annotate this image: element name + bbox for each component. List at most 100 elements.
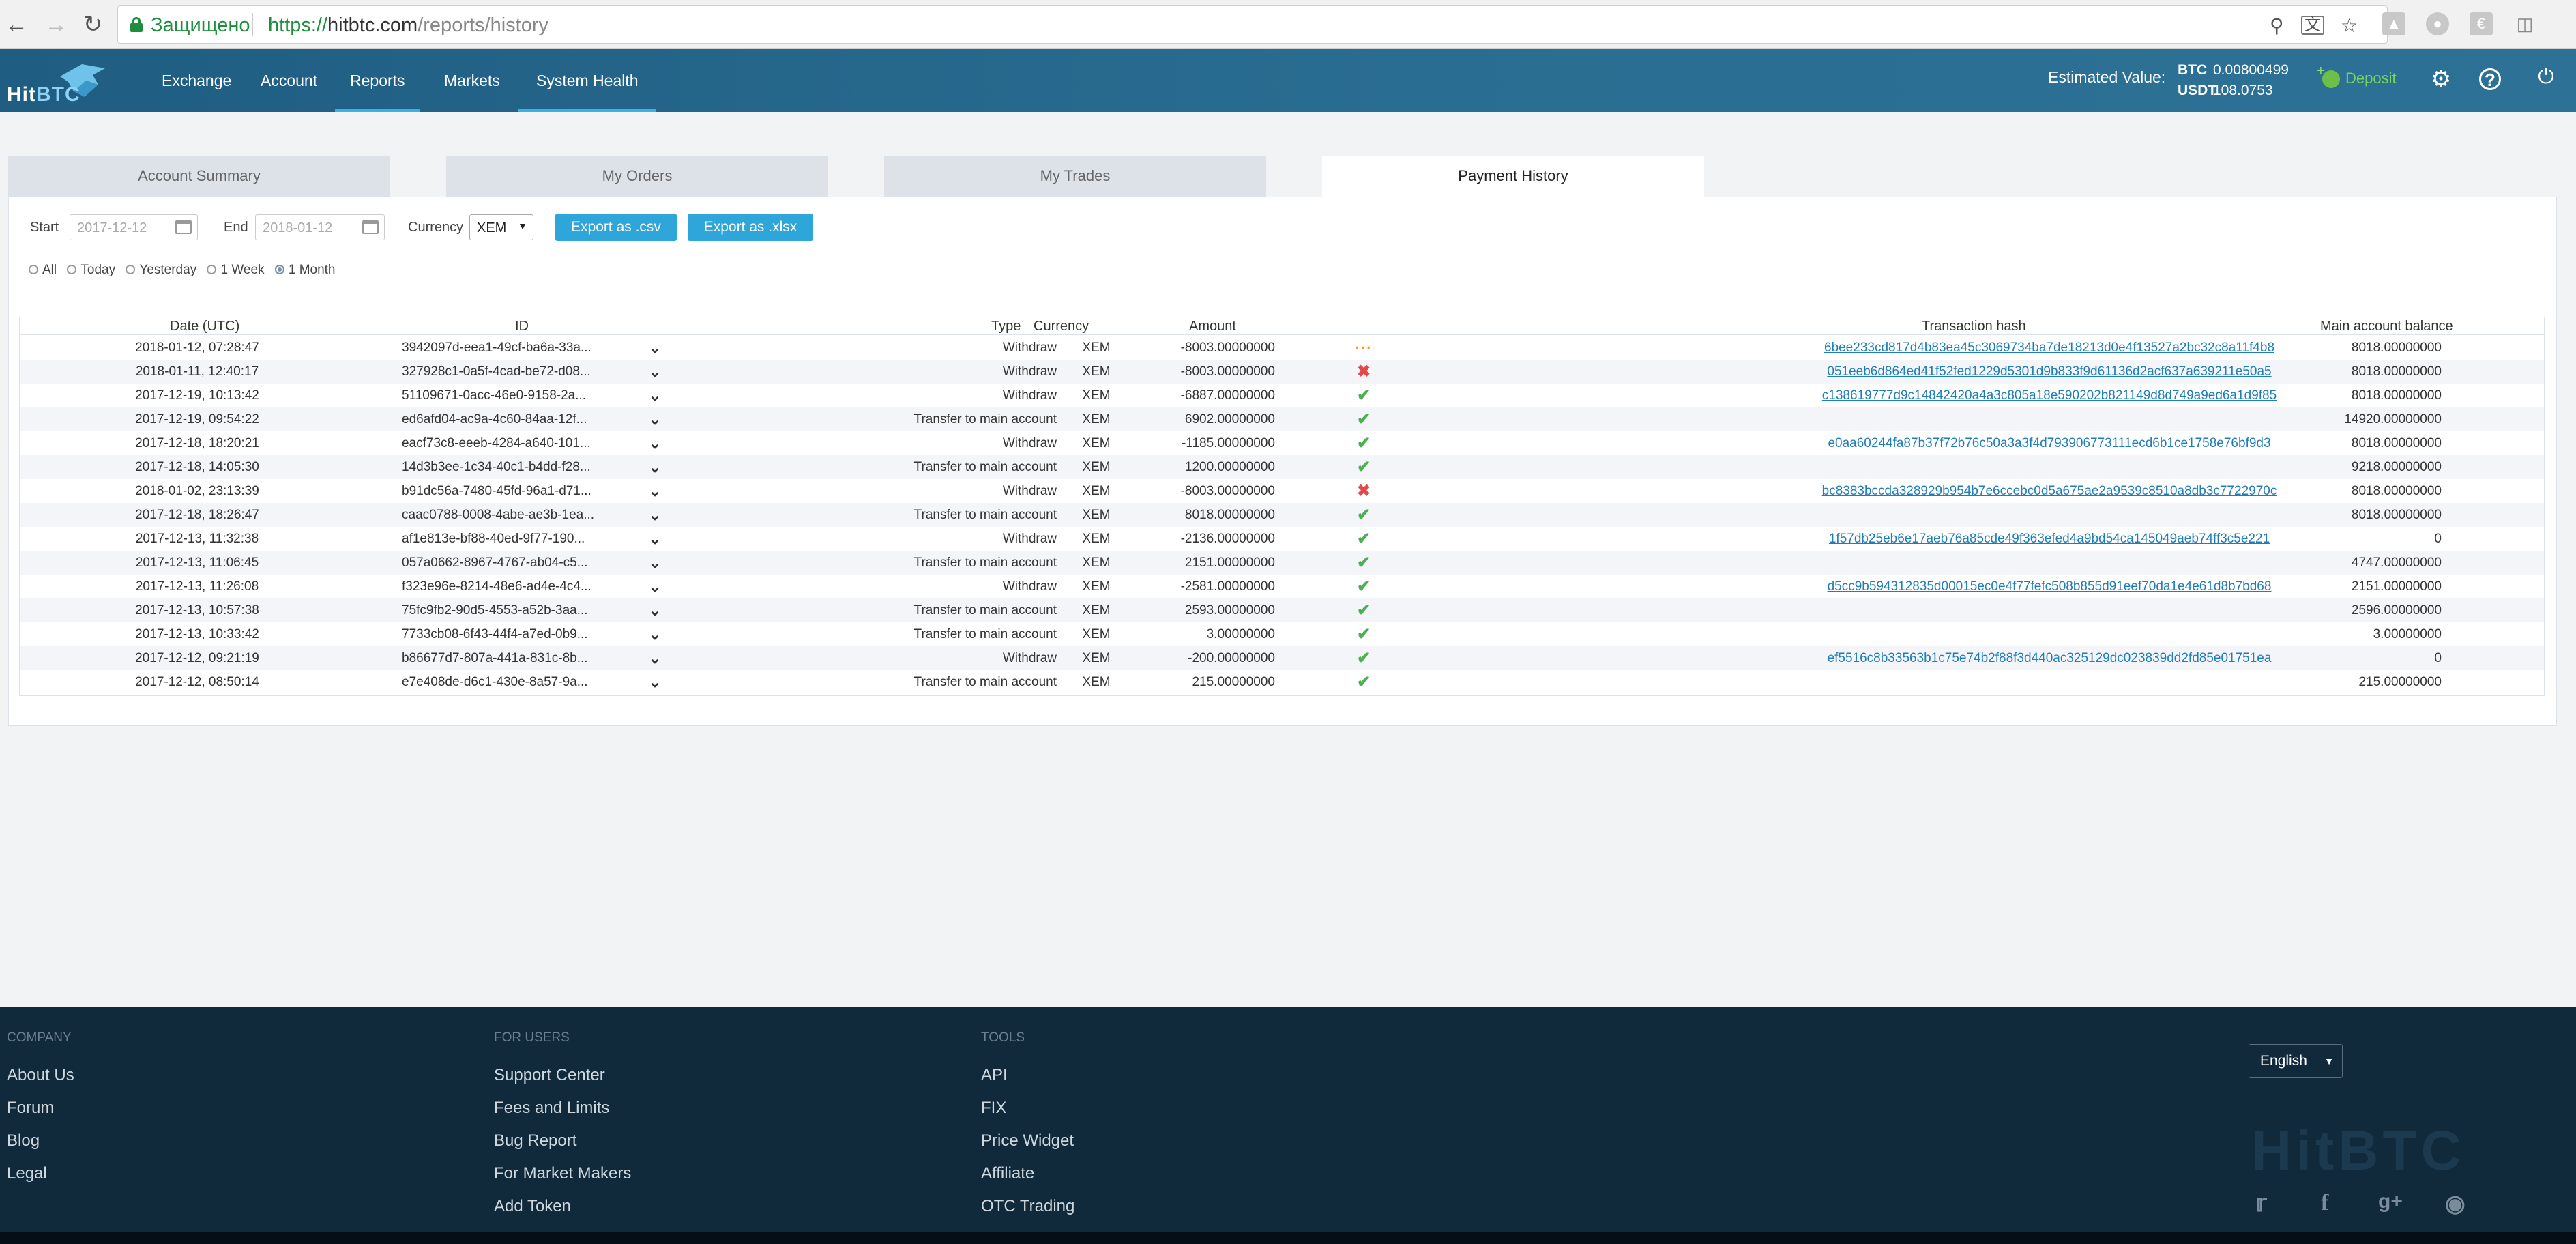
transaction-hash-link[interactable]: 6bee233cd817d4b83ea45c3069734ba7de18213d… (1824, 341, 2274, 355)
radio-yesterday[interactable]: Yesterday (126, 263, 196, 278)
export-csv-button[interactable]: Export as .csv (555, 214, 677, 241)
chevron-down-icon[interactable]: ⌄ (645, 479, 665, 503)
footer-link-price-widget[interactable]: Price Widget (981, 1131, 1074, 1151)
extension-icon-1[interactable]: ▲ (2382, 12, 2405, 35)
radio-1-month[interactable]: 1 Month (274, 263, 336, 278)
chevron-down-icon[interactable]: ⌄ (645, 575, 665, 598)
github-icon[interactable]: ◉ (2445, 1190, 2465, 1217)
start-date-input[interactable]: 2017-12-12 (70, 214, 198, 240)
estimated-values: BTC 0.00800499 USDT108.0753 (2178, 62, 2289, 98)
zoom-icon[interactable]: ⚲ (2270, 14, 2284, 37)
chevron-down-icon[interactable]: ⌄ (645, 431, 665, 455)
radio-1-week[interactable]: 1 Week (207, 263, 265, 278)
chevron-down-icon[interactable]: ⌄ (645, 622, 665, 646)
tab-account-summary[interactable]: Account Summary (8, 156, 390, 197)
facebook-icon[interactable]: f (2321, 1190, 2328, 1216)
cell-date: 2017-12-19, 09:54:22 (135, 412, 259, 426)
transaction-hash-link[interactable]: bc8383bccda328929b954b7e6ccebc0d5a675ae2… (1822, 484, 2277, 498)
address-bar[interactable]: Защищено https://hitbtc.com/reports/hist… (117, 5, 2388, 44)
cell-amount: 2593.00000000 (1184, 603, 1275, 618)
cell-id: 51109671-0acc-46e0-9158-2a... (402, 388, 587, 403)
chevron-down-icon[interactable]: ⌄ (645, 646, 665, 670)
header-type[interactable]: Type (991, 317, 1021, 335)
header-date[interactable]: Date (UTC) (170, 317, 239, 335)
footer-link-api[interactable]: API (981, 1066, 1008, 1085)
reload-icon[interactable]: ↻ (76, 8, 109, 41)
url-text[interactable]: https://hitbtc.com/reports/history (268, 14, 548, 37)
footer-link-otc-trading[interactable]: OTC Trading (981, 1197, 1074, 1216)
footer-link-fix[interactable]: FIX (981, 1099, 1006, 1118)
nav-markets[interactable]: Markets (429, 49, 515, 112)
header-amount[interactable]: Amount (1189, 317, 1236, 335)
footer-link-support-center[interactable]: Support Center (494, 1066, 605, 1085)
chevron-down-icon[interactable]: ⌄ (645, 407, 665, 431)
footer-link-bug-report[interactable]: Bug Report (494, 1131, 576, 1151)
nav-account[interactable]: Account (246, 49, 332, 112)
chevron-down-icon[interactable]: ⌄ (645, 551, 665, 575)
chevron-down-icon[interactable]: ⌄ (645, 527, 665, 551)
header-currency[interactable]: Currency (1034, 317, 1089, 335)
export-xlsx-button[interactable]: Export as .xlsx (688, 214, 813, 241)
footer-link-forum[interactable]: Forum (7, 1099, 54, 1118)
chevron-down-icon[interactable]: ⌄ (645, 360, 665, 384)
transaction-hash-link[interactable]: 1f57db25eb6e17aeb76a85cde49f363efed4a9bd… (1829, 532, 2270, 546)
extension-icon-3[interactable]: € (2470, 12, 2493, 35)
cell-type: Transfer to main account (913, 555, 1057, 570)
footer-link-add-token[interactable]: Add Token (494, 1197, 571, 1216)
chevron-down-icon[interactable]: ⌄ (645, 670, 665, 694)
radio-all[interactable]: All (29, 263, 57, 278)
calendar-icon[interactable] (362, 220, 379, 234)
success-check-icon: ✔ (1356, 506, 1371, 524)
tab-payment-history[interactable]: Payment History (1322, 156, 1704, 198)
table-row: 2018-01-11, 12:40:17 327928c1-0a5f-4cad-b… (20, 360, 2544, 384)
transaction-hash-link[interactable]: 051eeb6d864ed41f52fed1229d5301d9b833f9d6… (1827, 364, 2271, 379)
chevron-down-icon[interactable]: ⌄ (645, 455, 665, 479)
chevron-down-icon[interactable]: ⌄ (645, 384, 665, 407)
footer-link-legal[interactable]: Legal (7, 1164, 47, 1183)
footer-link-market-makers[interactable]: For Market Makers (494, 1164, 631, 1183)
nav-reports[interactable]: Reports (335, 49, 420, 112)
header-transaction-hash[interactable]: Transaction hash (1922, 317, 2026, 335)
transaction-hash-link[interactable]: ef5516c8b33563b1c75e74b2f88f3d440ac32512… (1828, 651, 2272, 665)
header-main-balance[interactable]: Main account balance (2320, 317, 2453, 335)
footer-link-affiliate[interactable]: Affiliate (981, 1164, 1034, 1183)
footer-link-about-us[interactable]: About Us (7, 1066, 74, 1085)
deposit-button[interactable]: Deposit (2317, 63, 2397, 89)
language-select[interactable]: English ▼ (2249, 1044, 2343, 1078)
chevron-down-icon[interactable]: ⌄ (645, 503, 665, 527)
back-icon[interactable]: ← (0, 8, 33, 41)
tab-my-orders[interactable]: My Orders (446, 156, 828, 197)
nav-system-health[interactable]: System Health (518, 49, 656, 112)
calendar-icon[interactable] (175, 220, 192, 234)
footer (0, 1007, 2576, 1232)
chevron-down-icon[interactable]: ⌄ (645, 598, 665, 622)
twitter-icon[interactable]: 𝕣 (2255, 1190, 2266, 1217)
footer-link-blog[interactable]: Blog (7, 1131, 40, 1151)
chevron-down-icon[interactable]: ⌄ (645, 336, 665, 360)
google-plus-icon[interactable]: g+ (2378, 1190, 2403, 1213)
footer-link-fees-and-limits[interactable]: Fees and Limits (494, 1099, 609, 1118)
logout-icon[interactable]: ⏻ (2532, 66, 2560, 89)
transaction-hash-link[interactable]: d5cc9b594312835d00015ec0e4f77fefc508b855… (1828, 579, 2272, 594)
table-header: Date (UTC) ID Type Currency Amount Trans… (20, 317, 2544, 335)
transaction-hash-link[interactable]: c138619777d9c14842420a4a3c805a18e590202b… (1822, 388, 2277, 403)
forward-icon[interactable]: → (40, 8, 72, 41)
extension-icon-4[interactable]: ◫ (2513, 12, 2536, 35)
radio-today[interactable]: Today (67, 263, 115, 278)
currency-select[interactable]: XEM ▼ (469, 214, 533, 240)
chevron-down-icon: ▼ (2324, 1056, 2334, 1067)
nav-exchange[interactable]: Exchange (147, 49, 246, 112)
table-row: 2018-01-12, 07:28:47 3942097d-eea1-49cf-b… (20, 336, 2544, 360)
end-date-input[interactable]: 2018-01-12 (255, 214, 385, 240)
hitbtc-logo[interactable]: HitBTC (5, 61, 108, 106)
tab-my-trades[interactable]: My Trades (884, 156, 1266, 197)
extension-icon-2[interactable]: ● (2426, 12, 2449, 35)
help-icon[interactable]: ? (2479, 68, 2501, 90)
gear-icon[interactable]: ⚙ (2427, 66, 2455, 93)
bookmark-star-icon[interactable]: ☆ (2341, 14, 2358, 37)
cell-balance: 2596.00000000 (2351, 603, 2442, 618)
cell-id: 327928c1-0a5f-4cad-be72-d08... (402, 364, 591, 379)
transaction-hash-link[interactable]: e0aa60244fa87b37f72b76c50a3a3f4d79390677… (1828, 436, 2270, 450)
header-id[interactable]: ID (515, 317, 529, 335)
translate-icon[interactable]: 文 (2301, 16, 2324, 35)
